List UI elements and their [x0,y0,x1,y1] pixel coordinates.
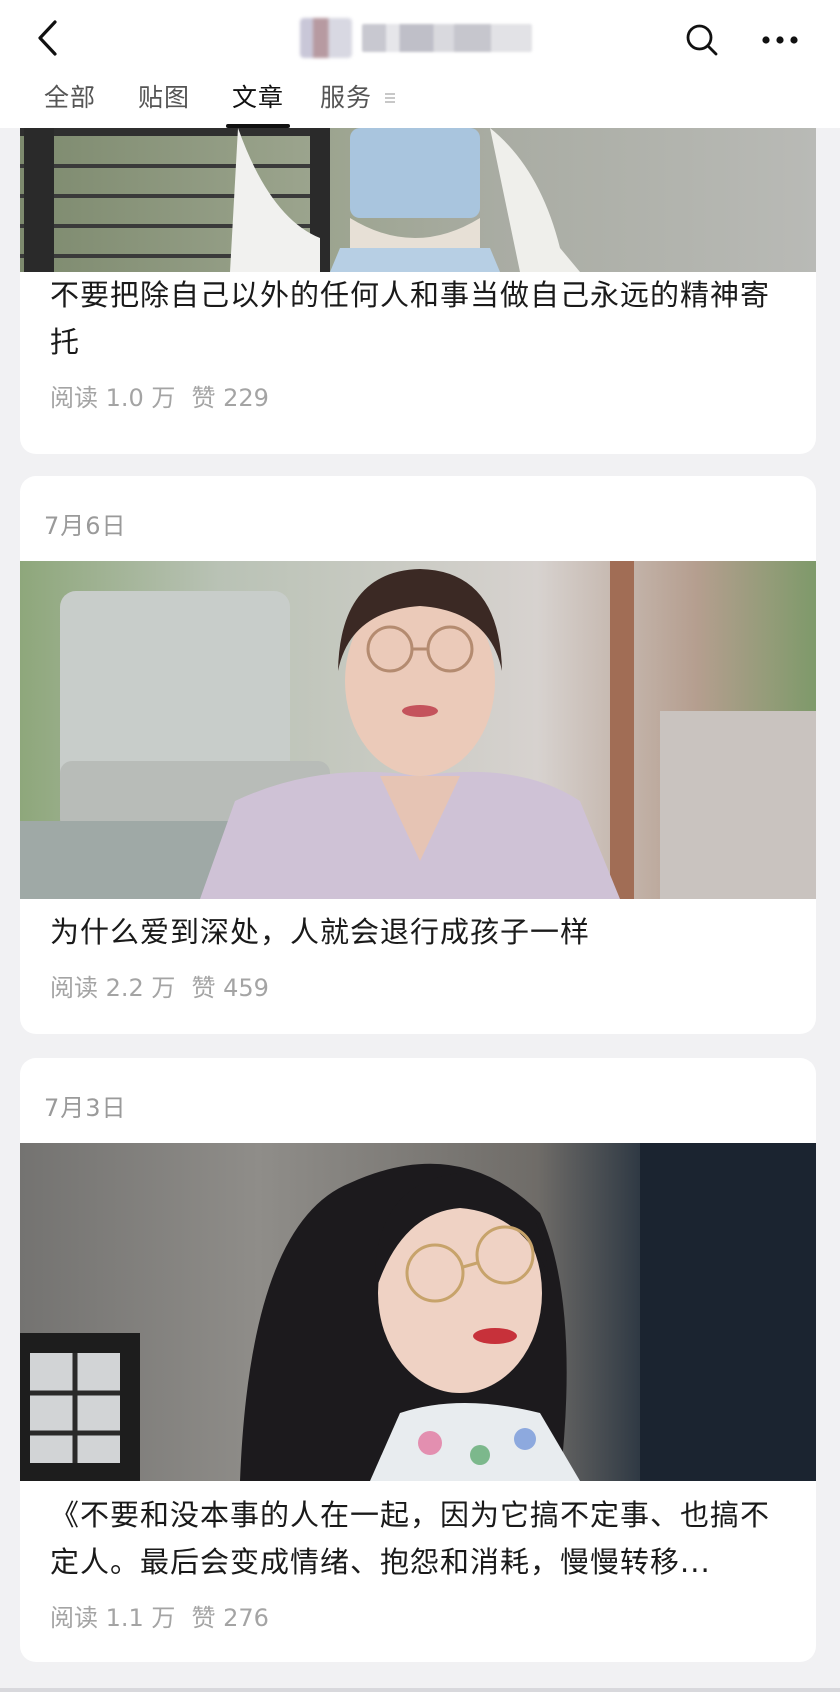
article-card[interactable]: 不要把除自己以外的任何人和事当做自己永远的精神寄托 阅读 1.0 万赞 229 [20,128,816,454]
article-meta: 阅读 1.1 万赞 276 [50,1598,269,1633]
back-button[interactable] [26,16,70,60]
article-title[interactable]: 不要把除自己以外的任何人和事当做自己永远的精神寄托 [50,272,786,366]
tab-pictures[interactable]: 贴图 [138,78,190,128]
tab-all[interactable]: 全部 [44,78,96,128]
article-date: 7月3日 [44,1094,127,1122]
article-cover-image [20,1143,816,1481]
top-bar: 全部 贴图 文章 服务 [0,0,840,128]
more-dots-icon [762,36,798,44]
blurred-avatar [300,18,352,58]
article-cover-image [20,561,816,899]
search-button[interactable] [680,18,724,62]
tab-services[interactable]: 服务 [320,78,372,128]
like-count: 赞 459 [191,974,269,1002]
article-meta: 阅读 2.2 万赞 459 [50,968,269,1003]
menu-lines-icon[interactable] [384,92,396,104]
like-count: 赞 229 [191,384,269,412]
read-count: 阅读 1.1 万 [50,1604,176,1632]
like-count: 赞 276 [191,1604,269,1632]
article-card[interactable]: 7月6日 为什么爱到深处，人就会退行成孩子一样 阅读 2.2 万 赞 459 [20,476,816,1034]
back-arrow-icon [38,20,57,56]
read-count: 阅读 1.0 万 [50,384,176,412]
article-feed: 不要把除自己以外的任何人和事当做自己永远的精神寄托 阅读 1.0 万赞 229 … [0,128,840,1692]
article-card[interactable]: 7月3日 《不要和没本事的人在一起，因为它搞不定事、也搞不定人。最后会变成情绪、… [20,1058,816,1662]
article-title[interactable]: 为什么爱到深处，人就会退行成孩子一样 [50,909,786,956]
read-count: 阅读 2.2 万 [50,974,176,1002]
tab-articles[interactable]: 文章 [225,78,291,128]
article-date: 7月6日 [44,512,127,540]
article-cover-image [20,128,816,272]
article-title[interactable]: 《不要和没本事的人在一起，因为它搞不定事、也搞不定人。最后会变成情绪、抱怨和消耗… [50,1492,786,1586]
cover-photo-qipao-glasses [20,1143,816,1481]
more-button[interactable] [756,18,804,62]
cover-photo-balcony [20,128,816,272]
blurred-account-name [362,24,532,52]
nav-row [0,0,840,80]
search-icon [686,24,718,56]
account-title-blurred [300,18,540,58]
tab-bar: 全部 贴图 文章 服务 [0,78,840,128]
article-meta: 阅读 1.0 万赞 229 [50,378,269,413]
bottom-divider [0,1688,840,1692]
cover-photo-portrait-glasses [20,561,816,899]
